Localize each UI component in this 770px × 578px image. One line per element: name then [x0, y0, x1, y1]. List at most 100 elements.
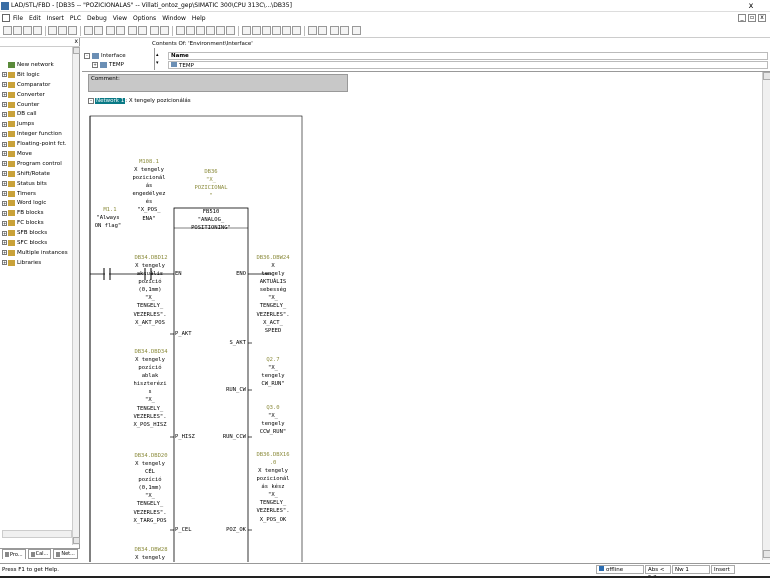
- download-icon[interactable]: [106, 26, 115, 35]
- vertical-scrollbar[interactable]: [72, 47, 80, 545]
- zoom-out-icon[interactable]: [292, 26, 301, 35]
- cut-icon[interactable]: [48, 26, 57, 35]
- ladder-contact-icon[interactable]: [176, 26, 185, 35]
- monitor-icon[interactable]: [150, 26, 159, 35]
- zoom-in-icon[interactable]: [282, 26, 291, 35]
- menu-options[interactable]: Options: [133, 15, 156, 22]
- open-icon[interactable]: [13, 26, 22, 35]
- menu-debug[interactable]: Debug: [87, 15, 107, 22]
- tree-item[interactable]: New network: [2, 60, 72, 70]
- output-operand-address[interactable]: DB36.DBX16 .0: [250, 451, 296, 467]
- output-operand-address[interactable]: Q3.0: [250, 404, 296, 412]
- expand-icon[interactable]: +: [92, 62, 98, 68]
- input-operand-address[interactable]: DB34.DBD20: [128, 452, 174, 460]
- tree-item[interactable]: + FB blocks: [2, 208, 72, 218]
- print-icon[interactable]: [33, 26, 42, 35]
- tree-item[interactable]: + Program control: [2, 159, 72, 169]
- block-instance-db[interactable]: DB36 "X_ POZICIONAL ": [178, 168, 244, 200]
- expand-icon[interactable]: +: [2, 250, 7, 256]
- input-operand-address[interactable]: DB34.DBD12: [128, 254, 174, 262]
- left-arrow-icon[interactable]: [330, 26, 339, 35]
- tree-item[interactable]: + DB call: [2, 109, 72, 119]
- tree-item[interactable]: + Comparator: [2, 80, 72, 90]
- input-operand-address[interactable]: DB34.DBD34: [128, 348, 174, 356]
- close-branch-icon[interactable]: [226, 26, 235, 35]
- expand-icon[interactable]: +: [2, 141, 7, 147]
- expand-icon[interactable]: +: [2, 72, 7, 78]
- tab-program-elements[interactable]: Pro...: [2, 549, 26, 559]
- tree-item[interactable]: + SFB blocks: [2, 228, 72, 238]
- scroll-up-icon[interactable]: [73, 47, 80, 54]
- splitter[interactable]: [154, 48, 155, 70]
- overview-icon[interactable]: [128, 26, 137, 35]
- expand-icon[interactable]: +: [2, 102, 7, 107]
- tree-item[interactable]: + FC blocks: [2, 218, 72, 228]
- redo-icon[interactable]: [94, 26, 103, 35]
- expand-icon[interactable]: +: [2, 111, 7, 117]
- open-branch-icon[interactable]: [216, 26, 225, 35]
- editor-vertical-scrollbar[interactable]: [762, 72, 770, 560]
- menu-window[interactable]: Window: [162, 15, 186, 22]
- tree-item[interactable]: + SFC blocks: [2, 238, 72, 248]
- tree-item[interactable]: + Libraries: [2, 258, 72, 268]
- scroll-down-icon[interactable]: [763, 550, 770, 558]
- right-arrow-icon[interactable]: [340, 26, 349, 35]
- menu-insert[interactable]: Insert: [47, 15, 64, 22]
- ladder-nc-contact-icon[interactable]: [186, 26, 195, 35]
- tree-item[interactable]: + Status bits: [2, 179, 72, 189]
- tab-network[interactable]: Net...: [53, 549, 78, 559]
- tree-item[interactable]: + Floating-point fct.: [2, 139, 72, 149]
- interface-row-temp[interactable]: TEMP: [168, 61, 768, 69]
- expand-icon[interactable]: +: [2, 210, 7, 216]
- collapse-network-icon[interactable]: -: [88, 98, 94, 104]
- save-icon[interactable]: [23, 26, 32, 35]
- expand-icon[interactable]: +: [2, 230, 7, 236]
- restore-icon[interactable]: ▫: [748, 14, 756, 22]
- expand-icon[interactable]: +: [2, 220, 7, 226]
- context-help-icon[interactable]: [352, 26, 361, 35]
- menu-help[interactable]: Help: [192, 15, 206, 22]
- expand-icon[interactable]: +: [2, 121, 7, 127]
- help-icon[interactable]: [252, 26, 261, 35]
- contact-m108-1-address[interactable]: M108.1: [126, 158, 172, 166]
- compile-icon[interactable]: [160, 26, 169, 35]
- close-icon[interactable]: x: [758, 14, 766, 22]
- menu-plc[interactable]: PLC: [70, 15, 81, 22]
- tree-item[interactable]: + Shift/Rotate: [2, 169, 72, 179]
- tree-item[interactable]: + Converter: [2, 90, 72, 100]
- tree-item[interactable]: + Jumps: [2, 119, 72, 129]
- window-arrange-icon[interactable]: [272, 26, 281, 35]
- expand-icon[interactable]: +: [2, 181, 7, 187]
- tab-call-structure[interactable]: Cal...: [27, 549, 52, 559]
- tree-item[interactable]: + Timers: [2, 189, 72, 199]
- undo-icon[interactable]: [84, 26, 93, 35]
- paste-icon[interactable]: [68, 26, 77, 35]
- go-back-icon[interactable]: [308, 26, 317, 35]
- tree-item[interactable]: + Multiple instances: [2, 248, 72, 258]
- copy-icon[interactable]: [58, 26, 67, 35]
- menu-edit[interactable]: Edit: [29, 15, 41, 22]
- fb510-box[interactable]: [173, 207, 249, 562]
- close-window-button[interactable]: x: [746, 1, 756, 11]
- expand-icon[interactable]: +: [2, 151, 7, 157]
- upload-icon[interactable]: [116, 26, 125, 35]
- scroll-down-icon[interactable]: ▾: [156, 60, 159, 66]
- minimize-icon[interactable]: _: [738, 14, 746, 22]
- contact-m1-1-address[interactable]: M1.1: [92, 206, 128, 214]
- menu-view[interactable]: View: [113, 15, 127, 22]
- network-icon[interactable]: [262, 26, 271, 35]
- tree-item[interactable]: + Move: [2, 149, 72, 159]
- expand-icon[interactable]: +: [2, 92, 7, 98]
- catalog-icon[interactable]: [242, 26, 251, 35]
- close-pane-icon[interactable]: x: [74, 38, 78, 45]
- expand-icon[interactable]: +: [2, 161, 7, 167]
- details-icon[interactable]: [138, 26, 147, 35]
- output-operand-address[interactable]: DB36.DBW24: [250, 254, 296, 262]
- tree-item-interface[interactable]: - Interface: [84, 52, 126, 60]
- ladder-box-icon[interactable]: [206, 26, 215, 35]
- ladder-coil-icon[interactable]: [196, 26, 205, 35]
- output-operand-address[interactable]: Q2.7: [250, 356, 296, 364]
- block-comment-field[interactable]: Comment:: [88, 74, 348, 92]
- expand-icon[interactable]: +: [2, 82, 7, 88]
- tree-item[interactable]: + Counter: [2, 100, 72, 110]
